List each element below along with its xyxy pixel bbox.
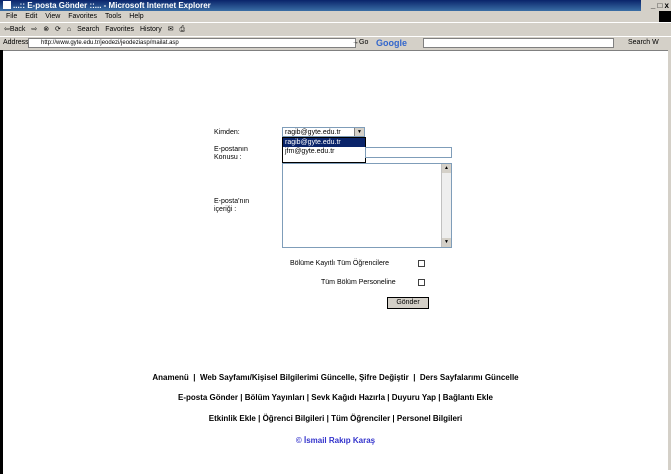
menu-favorites[interactable]: Favorites	[68, 13, 97, 20]
subject-input[interactable]	[365, 147, 452, 158]
stop-icon[interactable]: ⊗	[43, 26, 49, 33]
from-label: Kimden:	[214, 129, 240, 136]
footer-link[interactable]: E-posta Gönder	[178, 393, 238, 402]
footer-link[interactable]: Ders Sayfalarımı Güncelle	[420, 373, 519, 382]
window-controls[interactable]: _ □ x	[641, 0, 671, 11]
menu-bar: File Edit View Favorites Tools Help	[0, 11, 671, 22]
footer-links-line-3: Etkinlik Ekle | Öğrenci Bilgileri | Tüm …	[208, 414, 463, 423]
menu-file[interactable]: File	[6, 13, 17, 20]
ie-icon	[3, 1, 11, 9]
mail-icon[interactable]: ✉	[168, 26, 174, 33]
footer-link[interactable]: Bölüm Yayınları	[245, 393, 305, 402]
footer-link[interactable]: Anamenü	[152, 373, 188, 382]
address-label: Address	[3, 39, 29, 46]
google-search-input[interactable]	[423, 38, 614, 48]
favorites-button[interactable]: Favorites	[105, 26, 134, 33]
google-logo: Google	[376, 38, 407, 48]
author-credit[interactable]: © İsmail Rakıp Karaş	[0, 436, 671, 445]
go-button[interactable]: →Go	[352, 39, 368, 46]
subject-label: E-postanın Konusu :	[214, 146, 248, 161]
address-url: http://www.gyte.edu.tr/jeodezi/jeodezias…	[41, 40, 179, 46]
footer-link[interactable]: Web Sayfamı/Kişisel Bilgilerimi Güncelle…	[200, 373, 409, 382]
textarea-scrollbar[interactable]: ▲ ▼	[441, 164, 451, 247]
students-checkbox[interactable]	[418, 260, 425, 267]
send-button[interactable]: Gönder	[387, 297, 429, 309]
menu-tools[interactable]: Tools	[105, 13, 121, 20]
menu-edit[interactable]: Edit	[25, 13, 37, 20]
footer-link[interactable]: Bağlantı Ekle	[443, 393, 493, 402]
scroll-up-icon[interactable]: ▲	[442, 164, 451, 173]
back-button[interactable]: ⇦Back	[4, 26, 25, 33]
title-bar: ...:: E-posta Gönder ::... - Microsoft I…	[0, 0, 671, 11]
staff-option-label: Tüm Bölüm Personeline	[321, 279, 396, 286]
footer-link[interactable]: Öğrenci Bilgileri	[263, 414, 325, 423]
print-icon[interactable]: ⎙	[180, 26, 186, 33]
body-label: E-posta'nın içeriği :	[214, 198, 250, 213]
menu-help[interactable]: Help	[129, 13, 143, 20]
students-option-label: Bölüme Kayıtlı Tüm Öğrencilere	[290, 260, 390, 267]
address-input[interactable]: http://www.gyte.edu.tr/jeodezi/jeodezias…	[28, 38, 356, 48]
scroll-down-icon[interactable]: ▼	[442, 238, 451, 247]
footer-link[interactable]: Sevk Kağıdı Hazırla	[311, 393, 385, 402]
history-button[interactable]: History	[140, 26, 162, 33]
window-title: ...:: E-posta Gönder ::... - Microsoft I…	[13, 1, 211, 10]
forward-button[interactable]: ⇨	[31, 26, 37, 33]
search-button[interactable]: Search	[77, 26, 99, 33]
toolbar: ⇦Back ⇨ ⊗ ⟳ ⌂ Search Favorites History ✉…	[0, 22, 671, 37]
footer-link[interactable]: Tüm Öğrenciler	[331, 414, 390, 423]
windows-logo-icon	[659, 11, 671, 22]
footer-links-line-2: E-posta Gönder | Bölüm Yayınları | Sevk …	[177, 393, 493, 402]
menu-view[interactable]: View	[45, 13, 60, 20]
from-selected-value: ragib@gyte.edu.tr	[285, 129, 341, 136]
footer-link[interactable]: Duyuru Yap	[392, 393, 436, 402]
footer-links-line-1: Anamenü | Web Sayfamı/Kişisel Bilgilerim…	[152, 373, 519, 382]
address-bar: Address http://www.gyte.edu.tr/jeodezi/j…	[0, 36, 671, 50]
staff-checkbox[interactable]	[418, 279, 425, 286]
chevron-down-icon[interactable]: ▼	[354, 128, 364, 136]
footer-link[interactable]: Etkinlik Ekle	[209, 414, 256, 423]
footer-link[interactable]: Personel Bilgileri	[397, 414, 462, 423]
home-icon[interactable]: ⌂	[67, 26, 71, 33]
from-select[interactable]: ragib@gyte.edu.tr ▼	[282, 127, 365, 137]
search-web-button[interactable]: Search W	[628, 39, 659, 46]
body-textarea[interactable]: ▲ ▼	[282, 163, 452, 248]
browser-window: ...:: E-posta Gönder ::... - Microsoft I…	[0, 0, 671, 474]
from-dropdown-list: ragib@gyte.edu.tr jfm@gyte.edu.tr	[282, 137, 366, 163]
refresh-icon[interactable]: ⟳	[55, 26, 61, 33]
from-option[interactable]: ragib@gyte.edu.tr	[283, 138, 365, 147]
from-option[interactable]: jfm@gyte.edu.tr	[283, 147, 365, 156]
